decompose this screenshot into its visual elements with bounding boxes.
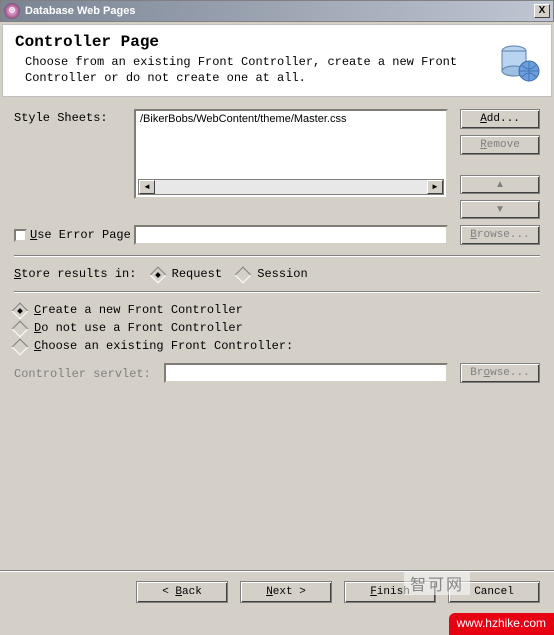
wizard-header: Controller Page Choose from an existing …: [2, 24, 552, 97]
page-description: Choose from an existing Front Controller…: [15, 55, 539, 86]
scroll-right-icon[interactable]: ►: [427, 180, 443, 194]
watermark-text: 智可网: [404, 571, 470, 595]
stylesheets-list[interactable]: /BikerBobs/WebContent/theme/Master.css ◄…: [134, 109, 448, 199]
page-title: Controller Page: [15, 33, 539, 51]
next-button[interactable]: Next >: [240, 581, 332, 603]
use-error-page-checkbox[interactable]: [14, 229, 27, 242]
radio-existing-label: Choose an existing Front Controller:: [34, 339, 293, 353]
close-button[interactable]: X: [534, 4, 550, 18]
radio-no-label: Do not use a Front Controller: [34, 321, 243, 335]
stylesheet-item[interactable]: /BikerBobs/WebContent/theme/Master.css: [140, 113, 442, 125]
app-icon: ⊕: [4, 3, 20, 19]
store-results-label: Store results in:: [14, 267, 136, 281]
radio-no-controller[interactable]: [12, 321, 29, 338]
browse-controller-button[interactable]: Browse...: [460, 363, 540, 383]
store-results-row: Store results in: Request Session: [14, 267, 540, 281]
horizontal-scrollbar[interactable]: ◄ ►: [138, 179, 444, 195]
separator: [14, 255, 540, 257]
radio-create-label: Create a new Front Controller: [34, 303, 243, 317]
wizard-body: Style Sheets: /BikerBobs/WebContent/them…: [0, 99, 554, 399]
controller-servlet-input[interactable]: [164, 363, 448, 383]
radio-create-controller[interactable]: [12, 303, 29, 320]
back-button[interactable]: < Back: [136, 581, 228, 603]
error-page-input[interactable]: [134, 225, 448, 245]
separator: [14, 291, 540, 293]
watermark-url: www.hzhike.com: [449, 613, 554, 635]
move-down-button[interactable]: ▼: [460, 200, 540, 219]
window-title: Database Web Pages: [25, 5, 534, 17]
radio-request-label: Request: [172, 267, 222, 281]
radio-existing-controller[interactable]: [12, 339, 29, 356]
use-error-page-label: Use Error Page: [30, 228, 131, 242]
titlebar: ⊕ Database Web Pages X: [0, 0, 554, 22]
browse-error-button[interactable]: Browse...: [460, 225, 540, 245]
wizard-footer: < Back Next > Finish Cancel: [0, 570, 554, 611]
controller-servlet-label: Controller servlet:: [14, 365, 164, 381]
stylesheets-label: Style Sheets:: [14, 109, 134, 125]
database-web-icon: [497, 43, 541, 83]
radio-session-label: Session: [257, 267, 307, 281]
radio-request[interactable]: [149, 267, 166, 284]
scroll-track[interactable]: [155, 180, 427, 194]
remove-button[interactable]: Remove: [460, 135, 540, 155]
add-button[interactable]: Add...: [460, 109, 540, 129]
move-up-button[interactable]: ▲: [460, 175, 540, 194]
scroll-left-icon[interactable]: ◄: [139, 180, 155, 194]
radio-session[interactable]: [235, 267, 252, 284]
